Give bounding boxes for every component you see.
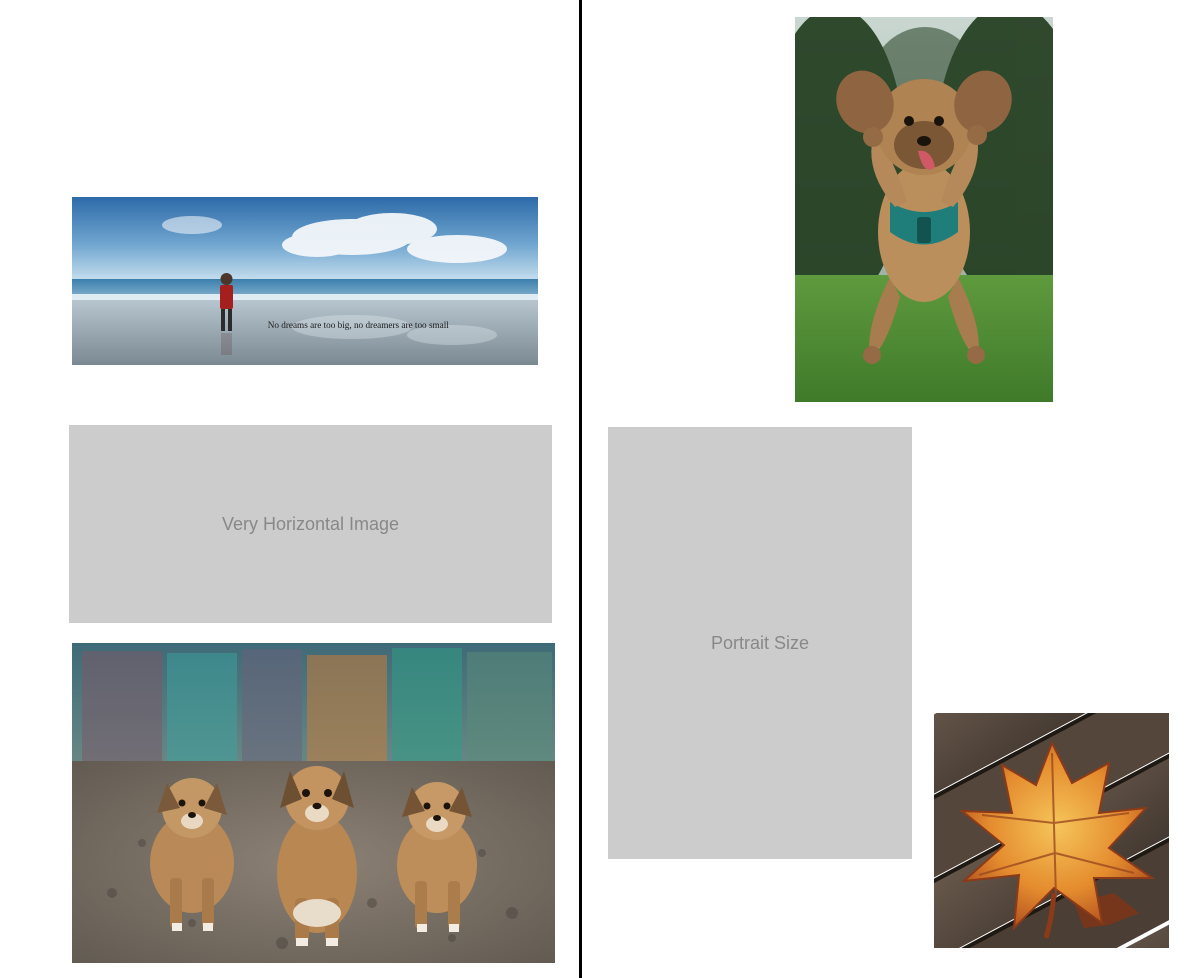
puppies-image xyxy=(72,643,555,963)
placeholder-horizontal-image: Very Horizontal Image xyxy=(69,425,552,623)
beach-panorama-image: No dreams are too big, no dreamers are t… xyxy=(72,197,538,365)
vertical-divider xyxy=(579,0,582,978)
placeholder-portrait-label: Portrait Size xyxy=(711,633,809,654)
jumping-dog-image xyxy=(795,17,1053,402)
beach-image-caption: No dreams are too big, no dreamers are t… xyxy=(268,320,449,330)
placeholder-portrait-image: Portrait Size xyxy=(608,427,912,859)
placeholder-horizontal-label: Very Horizontal Image xyxy=(222,514,399,535)
autumn-leaf-image xyxy=(934,713,1169,948)
